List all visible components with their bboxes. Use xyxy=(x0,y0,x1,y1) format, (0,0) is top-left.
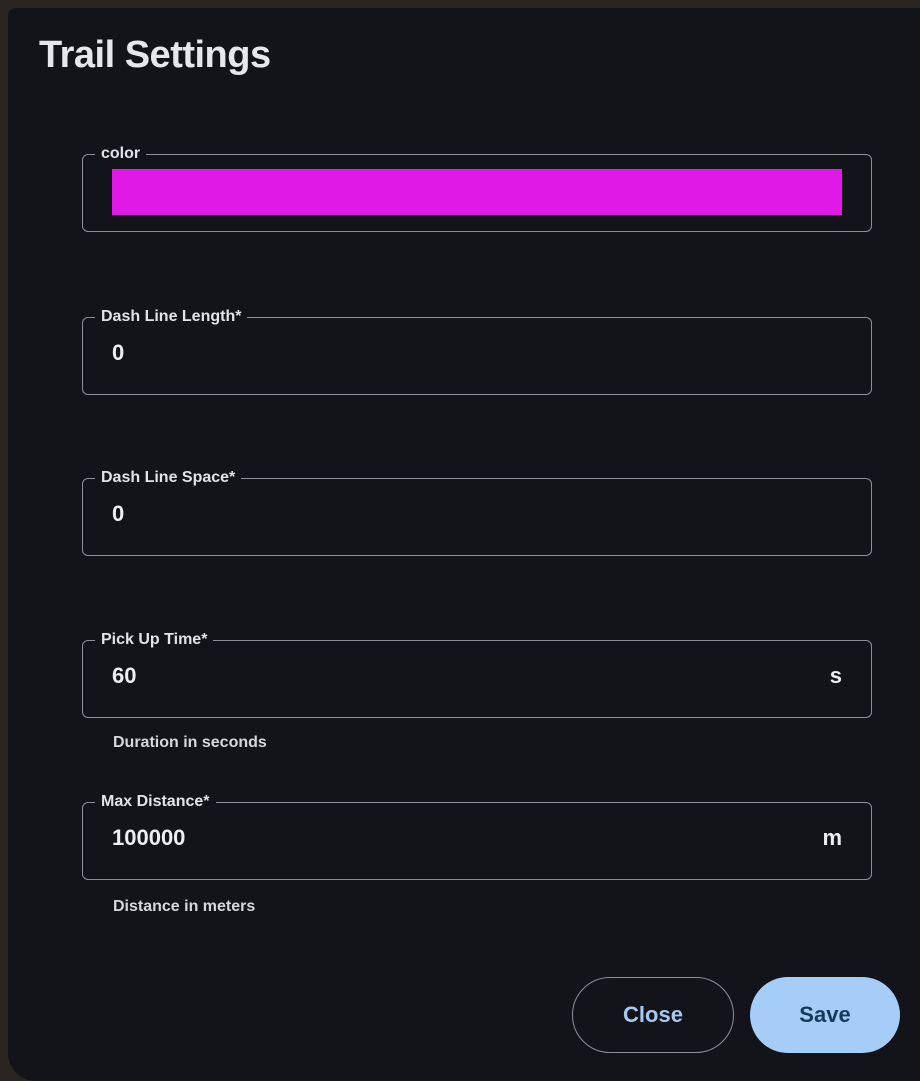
pick-up-time-unit: s xyxy=(829,663,842,688)
dash-line-space-field[interactable]: Dash Line Space* 0 xyxy=(82,467,872,556)
dialog-title: Trail Settings xyxy=(39,34,271,76)
dash-line-space-input[interactable]: 0 xyxy=(112,501,124,527)
close-button[interactable]: Close xyxy=(572,977,734,1053)
pick-up-time-helper: Duration in seconds xyxy=(113,734,267,751)
color-field-label: color xyxy=(95,143,147,165)
trail-settings-dialog: Trail Settings color Dash Line Length* 0… xyxy=(8,8,920,1081)
dash-line-length-input[interactable]: 0 xyxy=(112,340,124,366)
color-swatch[interactable] xyxy=(112,169,842,215)
max-distance-label: Max Distance* xyxy=(95,791,216,813)
dash-line-space-label: Dash Line Space* xyxy=(95,467,242,489)
max-distance-helper: Distance in meters xyxy=(113,898,256,915)
pick-up-time-input[interactable]: 60 xyxy=(112,663,136,689)
pick-up-time-label: Pick Up Time* xyxy=(95,629,214,651)
pick-up-time-field[interactable]: Pick Up Time* 60 s xyxy=(82,629,872,718)
max-distance-field[interactable]: Max Distance* 100000 m xyxy=(82,791,872,880)
save-button[interactable]: Save xyxy=(750,977,900,1053)
dash-line-length-label: Dash Line Length* xyxy=(95,306,248,328)
max-distance-unit: m xyxy=(822,825,842,850)
dash-line-length-field[interactable]: Dash Line Length* 0 xyxy=(82,306,872,395)
max-distance-input[interactable]: 100000 xyxy=(112,825,185,851)
color-field[interactable]: color xyxy=(82,143,872,232)
